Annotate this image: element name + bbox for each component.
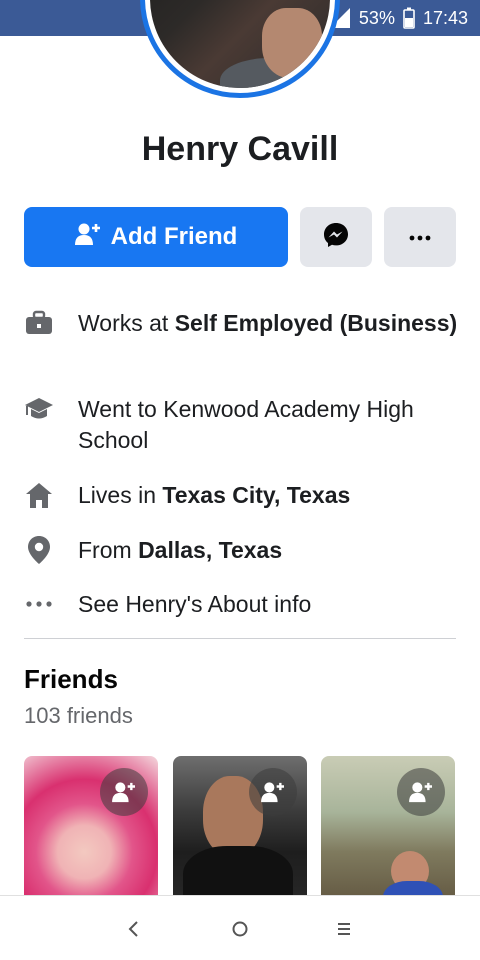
add-friend-label: Add Friend bbox=[110, 223, 238, 250]
work-place[interactable]: Self Employed (Business) bbox=[175, 310, 457, 336]
avatar-photo bbox=[150, 0, 330, 88]
lives-text: Lives in Texas City, Texas bbox=[78, 482, 351, 508]
add-friend-icon[interactable] bbox=[249, 768, 297, 816]
clock: 17:43 bbox=[422, 7, 468, 28]
info-education: Went to Kenwood Academy High School bbox=[24, 394, 464, 456]
friend-card[interactable] bbox=[321, 756, 455, 916]
recents-button[interactable] bbox=[314, 896, 374, 960]
divider bbox=[24, 638, 456, 639]
messenger-button[interactable] bbox=[300, 207, 372, 267]
education-text: Went to Kenwood Academy High School bbox=[78, 396, 414, 453]
add-friend-icon[interactable] bbox=[100, 768, 148, 816]
briefcase-icon bbox=[24, 308, 54, 338]
add-person-icon bbox=[74, 222, 101, 253]
lives-place[interactable]: Texas City, Texas bbox=[162, 482, 350, 508]
home-icon bbox=[24, 480, 54, 510]
about-link[interactable]: See Henry's About info bbox=[78, 589, 311, 620]
back-button[interactable] bbox=[104, 896, 164, 960]
navigation-bar bbox=[0, 895, 480, 960]
from-place[interactable]: Dallas, Texas bbox=[138, 537, 282, 563]
profile-name: Henry Cavill bbox=[141, 130, 339, 168]
home-button[interactable] bbox=[210, 896, 270, 960]
info-lives: Lives in Texas City, Texas bbox=[24, 480, 464, 511]
info-work: Works at Self Employed (Business) bbox=[24, 308, 464, 339]
messenger-icon bbox=[323, 222, 349, 253]
battery-icon bbox=[403, 7, 415, 29]
ellipsis-icon bbox=[24, 589, 54, 619]
graduation-cap-icon bbox=[24, 394, 54, 424]
add-friend-button[interactable]: Add Friend bbox=[24, 207, 288, 267]
more-options-button[interactable] bbox=[384, 207, 456, 267]
profile-avatar[interactable] bbox=[140, 0, 340, 98]
friend-card[interactable] bbox=[173, 756, 307, 916]
friends-title[interactable]: Friends bbox=[24, 664, 118, 695]
friend-card[interactable] bbox=[24, 756, 158, 916]
info-from: From Dallas, Texas bbox=[24, 535, 464, 566]
work-text: Works at Self Employed (Business) bbox=[78, 310, 458, 336]
info-about[interactable]: See Henry's About info bbox=[24, 589, 464, 620]
add-friend-icon[interactable] bbox=[397, 768, 445, 816]
more-icon bbox=[409, 228, 431, 246]
from-text: From Dallas, Texas bbox=[78, 537, 283, 563]
friends-count: 103 friends bbox=[24, 703, 133, 728]
location-pin-icon bbox=[24, 535, 54, 565]
battery-level: 53% bbox=[358, 7, 395, 28]
